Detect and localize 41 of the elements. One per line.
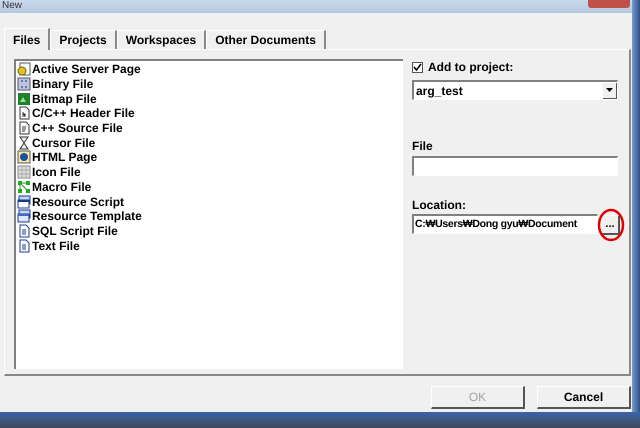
list-item[interactable]: Macro File	[17, 180, 403, 194]
grid-icon	[17, 77, 31, 92]
image-icon	[17, 92, 31, 106]
tab[interactable]: Other Documents	[206, 30, 326, 49]
window-stack-icon	[17, 194, 31, 209]
window-title: New	[2, 0, 22, 11]
globe-page-icon	[17, 150, 31, 164]
add-to-project-label: Add to project:	[428, 59, 514, 76]
list-item[interactable]: Resource Template	[17, 208, 403, 224]
document-icon	[17, 106, 31, 120]
globe-page-icon	[17, 62, 31, 76]
list-item[interactable]: Resource Script	[17, 194, 403, 209]
highlight-circle	[597, 208, 625, 242]
list-item[interactable]: Text File	[17, 238, 403, 253]
nodes-icon	[17, 180, 31, 194]
list-item[interactable]: Bitmap File	[17, 91, 403, 106]
document-icon	[17, 238, 31, 253]
tab[interactable]: Projects	[50, 30, 117, 49]
list-item[interactable]: Active Server Page	[17, 62, 403, 77]
file-label: File	[412, 138, 434, 151]
browse-button[interactable]: ...	[601, 214, 620, 234]
list-item[interactable]: C/C++ Header File	[17, 106, 403, 121]
hourglass-icon	[17, 136, 31, 150]
list-item[interactable]: HTML Page	[17, 150, 403, 165]
tab[interactable]: Files	[4, 28, 50, 50]
list-item[interactable]: Binary File	[17, 76, 403, 92]
window-stack-icon	[17, 209, 31, 224]
list-item[interactable]: Icon File	[17, 164, 403, 180]
add-to-project-checkbox[interactable]	[412, 62, 423, 72]
location-field[interactable]: C:₩Users₩Dong gyu₩Document	[412, 214, 598, 234]
list-item[interactable]: C++ Source File	[17, 120, 403, 136]
dialog-button[interactable]: Cancel	[537, 386, 631, 409]
tab[interactable]: Workspaces	[116, 30, 206, 49]
file-field[interactable]	[412, 156, 618, 176]
document-icon	[17, 121, 31, 136]
location-label: Location:	[412, 197, 467, 210]
list-item[interactable]: Cursor File	[17, 135, 403, 150]
project-dropdown[interactable]: arg_test	[412, 80, 618, 100]
list-item[interactable]: SQL Script File	[17, 224, 403, 238]
document-icon	[17, 224, 31, 238]
grid-page-icon	[17, 165, 31, 180]
